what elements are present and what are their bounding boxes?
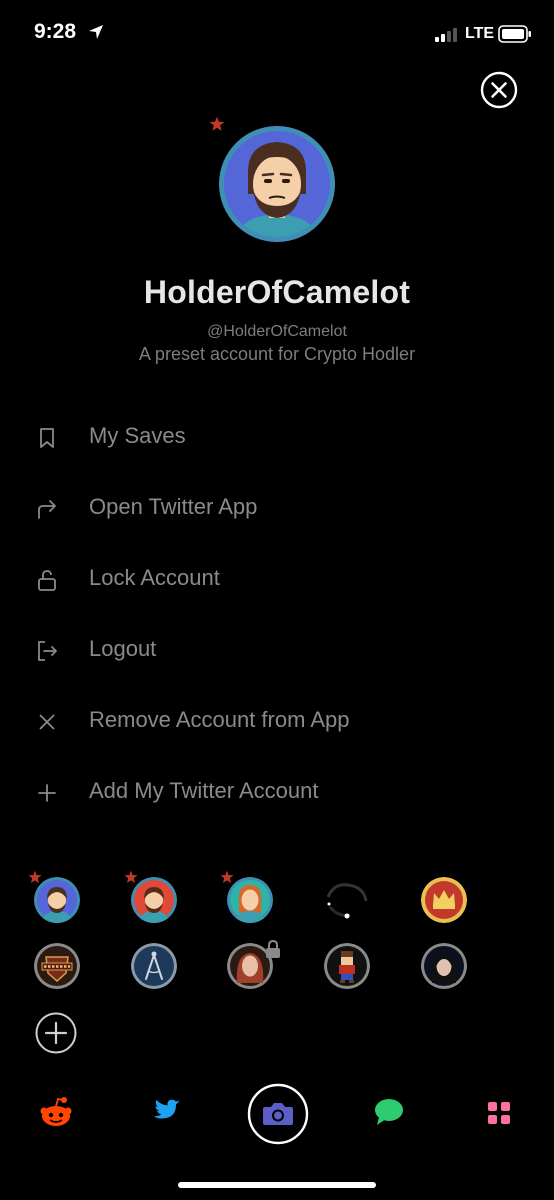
account-avatar-pixel-character[interactable] [324, 943, 370, 989]
menu-item-label: My Saves [89, 423, 186, 448]
account-avatar-camelot-logo[interactable] [34, 943, 80, 989]
menu-item-label: Logout [89, 636, 157, 661]
apps-grid-icon[interactable] [487, 1101, 511, 1125]
account-avatar-bearded-red[interactable] [131, 877, 177, 923]
camera-icon [263, 1103, 293, 1125]
menu-item-remove-account[interactable]: Remove Account from App [0, 691, 554, 751]
menu-item-label: Open Twitter App [89, 494, 258, 519]
star-icon [124, 870, 138, 883]
status-time: 9:28 [34, 20, 77, 43]
network-type: LTE [465, 25, 495, 42]
camera-button[interactable] [247, 1083, 309, 1145]
lock-icon [266, 939, 280, 958]
chat-icon[interactable] [374, 1098, 404, 1126]
profile-avatar[interactable] [217, 124, 337, 244]
account-avatar-crown-gold[interactable] [421, 877, 467, 923]
menu-item-label: Lock Account [89, 565, 220, 590]
menu-item-my-saves[interactable]: My Saves [0, 407, 554, 467]
menu-item-add-twitter-account[interactable]: Add My Twitter Account [0, 762, 554, 822]
account-avatar-redhair-teal[interactable] [227, 877, 273, 923]
menu-item-logout[interactable]: Logout [0, 620, 554, 680]
menu-item-label: Remove Account from App [89, 707, 350, 732]
star-icon [28, 870, 42, 883]
star-icon [220, 870, 234, 883]
account-avatar-bearded-blue[interactable] [34, 877, 80, 923]
add-account-button[interactable] [35, 1012, 77, 1054]
account-avatar-dark-swirl[interactable] [324, 877, 370, 923]
display-name: HolderOfCamelot [143, 274, 411, 310]
logout-icon [38, 641, 57, 661]
reddit-icon[interactable] [38, 1096, 74, 1128]
share-arrow-icon [38, 500, 56, 519]
menu-item-open-twitter-app[interactable]: Open Twitter App [0, 478, 554, 538]
plus-icon [38, 784, 56, 802]
battery-icon [498, 25, 531, 43]
account-bio: A preset account for Crypto Hodler [138, 344, 416, 364]
location-arrow-icon [89, 25, 103, 39]
menu-item-label: Add My Twitter Account [89, 778, 319, 803]
menu-item-lock-account[interactable]: Lock Account [0, 549, 554, 609]
unlock-icon [38, 570, 56, 591]
close-icon [39, 714, 55, 730]
twitter-icon[interactable] [151, 1099, 181, 1125]
account-handle: @HolderOfCamelot [207, 323, 347, 340]
account-avatar-woman-dark[interactable] [421, 943, 467, 989]
signal-icon [435, 28, 457, 42]
close-button[interactable] [480, 71, 518, 109]
home-indicator [178, 1182, 376, 1188]
bookmark-icon [40, 428, 54, 448]
account-avatar-compass[interactable] [131, 943, 177, 989]
